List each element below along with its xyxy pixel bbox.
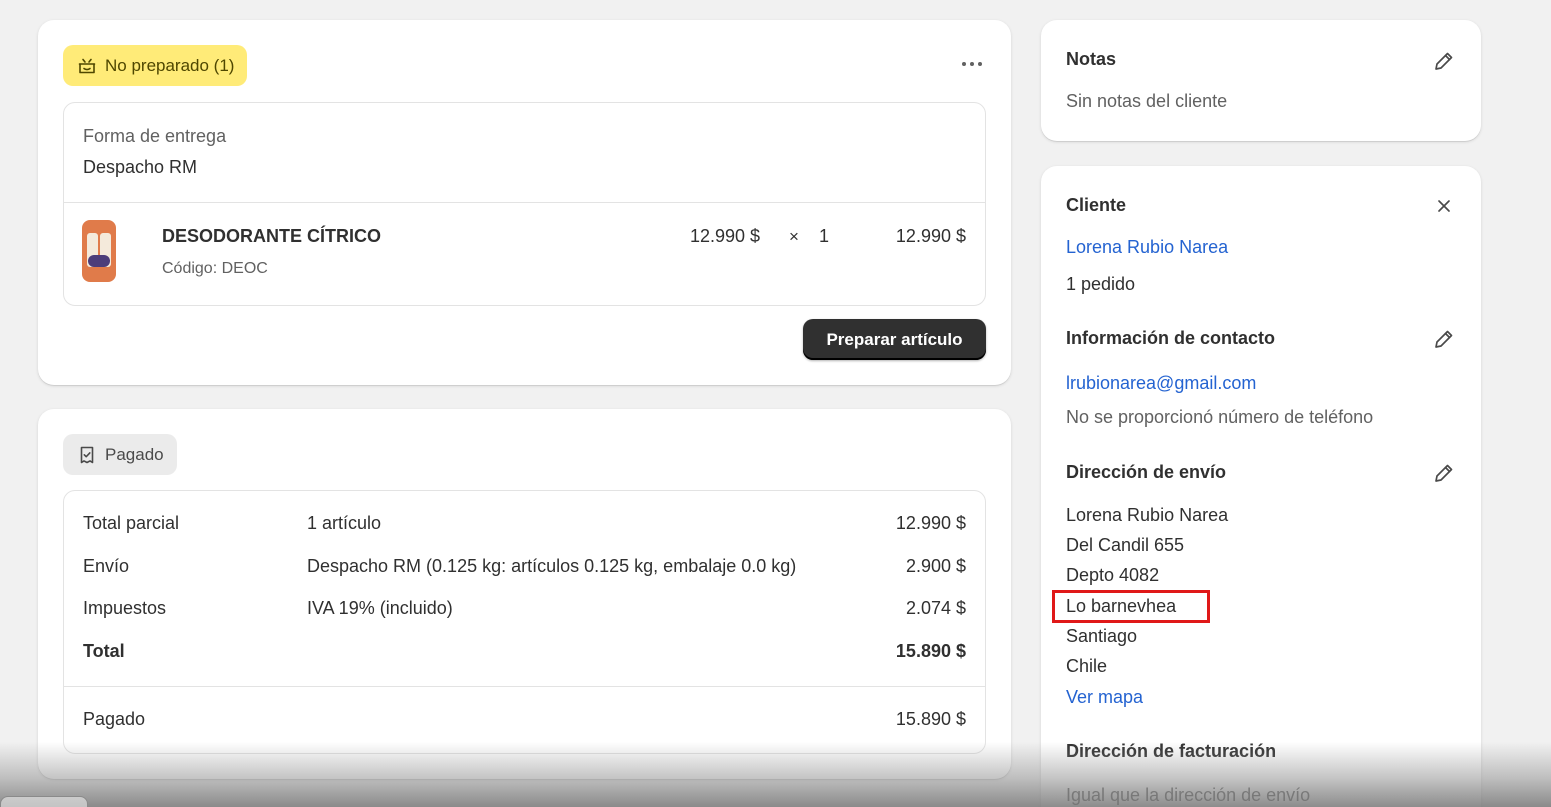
dot-icon	[962, 62, 966, 66]
divider	[64, 686, 985, 687]
product-unit-price: 12.990 $	[690, 226, 761, 246]
customer-title: Cliente	[1066, 195, 1127, 215]
paid-amount: 15.890 $	[895, 709, 966, 729]
total-amount: 15.890 $	[895, 641, 966, 661]
paid-row: Pagado 15.890 $	[64, 709, 985, 739]
shipping-address-line: Del Candil 655	[1066, 535, 1185, 555]
customer-order-count: 1 pedido	[1066, 274, 1136, 294]
shipping-address-line: Lorena Rubio Narea	[1066, 505, 1229, 525]
taxes-label: Impuestos	[83, 598, 167, 618]
product-quantity: 1	[819, 226, 830, 246]
product-line-total: 12.990 $	[895, 226, 966, 246]
edit-contact-button[interactable]	[1432, 327, 1456, 351]
fulfillment-items-box: Forma de entrega Despacho RM DESODORANTE…	[63, 102, 986, 306]
dot-icon	[970, 62, 974, 66]
paid-status-label: Pagado	[105, 444, 164, 464]
shipping-address-line: Depto 4082	[1066, 565, 1160, 585]
customer-card: Cliente Lorena Rubio Narea 1 pedido Info…	[1041, 166, 1481, 807]
product-thumbnail[interactable]	[82, 220, 116, 282]
shipping-address-title: Dirección de envío	[1066, 462, 1227, 482]
unfulfilled-status-label: No preparado (1)	[105, 55, 235, 75]
notes-text: Sin notas del cliente	[1066, 91, 1228, 111]
remove-customer-button[interactable]	[1432, 194, 1456, 218]
times-symbol: ×	[789, 227, 799, 246]
delivery-method-value: Despacho RM	[83, 157, 198, 177]
unfulfilled-status-badge: No preparado (1)	[63, 45, 248, 86]
customer-name-link[interactable]: Lorena Rubio Narea	[1066, 237, 1228, 258]
shipping-address-line: Chile	[1066, 656, 1108, 676]
edit-shipping-address-button[interactable]	[1432, 461, 1456, 485]
pencil-icon	[1435, 52, 1453, 70]
paid-status-badge: Pagado	[63, 434, 177, 475]
taxes-detail: IVA 19% (incluido)	[307, 598, 453, 618]
customer-email-link[interactable]: lrubionarea@gmail.com	[1066, 373, 1256, 394]
notes-title: Notas	[1066, 49, 1117, 69]
contact-info-title: Información de contacto	[1066, 328, 1276, 348]
shipping-label: Envío	[83, 556, 130, 576]
subtotal-amount: 12.990 $	[895, 513, 966, 533]
subtotal-label: Total parcial	[83, 513, 180, 533]
subtotal-row: Total parcial 1 artículo 12.990 $	[64, 513, 985, 543]
delivery-method-section: Forma de entrega Despacho RM	[64, 103, 985, 203]
taxes-amount: 2.074 $	[905, 598, 966, 618]
shipping-detail: Despacho RM (0.125 kg: artículos 0.125 k…	[307, 556, 797, 576]
billing-address-title: Dirección de facturación	[1066, 741, 1277, 761]
receipt-check-icon	[80, 446, 94, 463]
taxes-row: Impuestos IVA 19% (incluido) 2.074 $	[64, 598, 985, 628]
total-label: Total	[83, 641, 125, 661]
prepare-item-button[interactable]: Preparar artículo	[803, 319, 986, 360]
delivery-method-label: Forma de entrega	[83, 126, 227, 146]
close-icon	[1438, 200, 1450, 212]
fulfillment-card: No preparado (1) Forma de entrega Despac…	[38, 20, 1011, 385]
corner-tab[interactable]	[0, 796, 88, 807]
paid-label: Pagado	[83, 709, 146, 729]
edit-notes-button[interactable]	[1432, 49, 1456, 73]
customer-phone: No se proporcionó número de teléfono	[1066, 407, 1374, 427]
billing-address-text: Igual que la dirección de envío	[1066, 785, 1311, 805]
pencil-icon	[1435, 464, 1453, 482]
shipping-amount: 2.900 $	[905, 556, 966, 576]
payment-summary-box: Total parcial 1 artículo 12.990 $ Envío …	[63, 490, 986, 754]
notes-card: Notas Sin notas del cliente	[1041, 20, 1481, 141]
dot-icon	[978, 62, 982, 66]
pencil-icon	[1435, 330, 1453, 348]
shipping-address-line: Lo barnevhea	[1066, 596, 1177, 616]
product-name[interactable]: DESODORANTE CÍTRICO	[162, 226, 381, 247]
shipping-row: Envío Despacho RM (0.125 kg: artículos 0…	[64, 556, 985, 586]
shipping-address-line: Santiago	[1066, 626, 1138, 646]
view-map-link[interactable]: Ver mapa	[1066, 687, 1143, 708]
more-actions-button[interactable]	[955, 52, 989, 76]
total-row: Total 15.890 $	[64, 641, 985, 671]
subtotal-detail: 1 artículo	[307, 513, 382, 533]
product-sku: Código: DEOC	[162, 260, 268, 277]
package-unfulfilled-icon	[78, 58, 96, 73]
payment-card: Pagado Total parcial 1 artículo 12.990 $…	[38, 409, 1011, 779]
